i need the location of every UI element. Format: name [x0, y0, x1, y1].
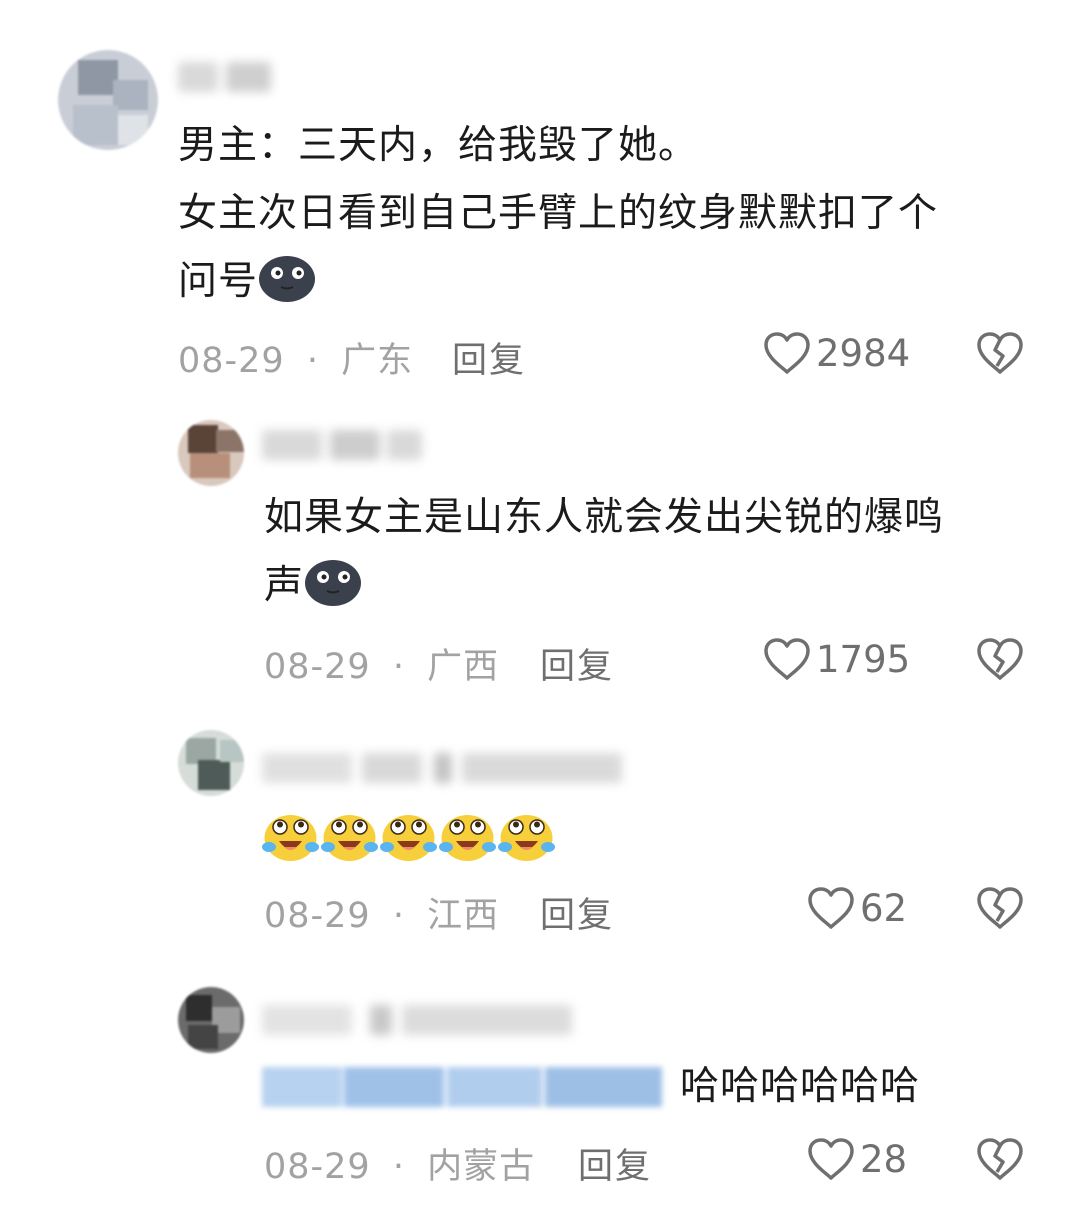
meta-separator: · [392, 896, 405, 936]
broken-heart-icon [977, 1138, 1023, 1180]
meta-separator: · [392, 647, 405, 687]
broken-heart-icon [977, 638, 1023, 680]
username[interactable] [262, 430, 422, 460]
avatar[interactable] [178, 730, 244, 796]
dark-moon-face-emoji [258, 253, 316, 303]
meta-separator: · [306, 341, 319, 381]
broken-heart-icon [977, 332, 1023, 374]
comment-text: 男主：三天内，给我毁了她。 女主次日看到自己手臂上的纹身默默扣了个 问号 [178, 123, 939, 304]
username[interactable] [178, 62, 278, 92]
comment-location: 广西 [427, 647, 500, 687]
reply-button[interactable]: 回复 [540, 887, 614, 938]
emoji-row [262, 811, 555, 863]
like-count: 62 [860, 886, 908, 930]
avatar[interactable] [58, 50, 158, 150]
username[interactable] [262, 753, 622, 783]
broken-heart-icon [977, 887, 1023, 929]
comment-meta: 08-29 · 广西 [264, 638, 499, 689]
comment-meta: 08-29 · 江西 [264, 887, 499, 938]
reply-button[interactable]: 回复 [540, 638, 614, 689]
comment-meta: 08-29 · 广东 [178, 332, 413, 383]
like-button[interactable]: 2984 [762, 330, 910, 376]
like-button[interactable]: 62 [806, 885, 907, 931]
comment-location: 广东 [341, 341, 414, 381]
meta-separator: · [392, 1147, 405, 1187]
crying-laughing-emoji [498, 815, 555, 861]
like-button[interactable]: 1795 [762, 636, 910, 682]
comment-location: 江西 [427, 896, 500, 936]
dark-moon-face-emoji [304, 557, 362, 607]
heart-outline-icon [764, 638, 810, 680]
like-count: 1795 [816, 637, 911, 681]
comment-date: 08-29 [264, 1147, 371, 1187]
avatar[interactable] [178, 420, 244, 486]
like-count: 2984 [816, 331, 911, 375]
like-count: 28 [860, 1137, 908, 1181]
comment-text: 哈哈哈哈哈哈 [680, 1064, 921, 1109]
heart-outline-icon [764, 332, 810, 374]
comment-date: 08-29 [264, 896, 371, 936]
heart-outline-icon [808, 887, 854, 929]
reply-button[interactable]: 回复 [578, 1138, 652, 1189]
comment-3: 08-29 · 江西 回复 62 [0, 715, 1080, 965]
comment-location: 内蒙古 [427, 1147, 536, 1187]
crying-laughing-emoji [380, 815, 437, 861]
comment-4: 哈哈哈哈哈哈 08-29 · 内蒙古 回复 28 [0, 975, 1080, 1221]
comment-1: 男主：三天内，给我毁了她。 女主次日看到自己手臂上的纹身默默扣了个 问号 08-… [0, 0, 1080, 400]
crying-laughing-emoji [321, 815, 378, 861]
dislike-button[interactable] [975, 330, 1025, 380]
dislike-button[interactable] [975, 1136, 1025, 1186]
crying-laughing-emoji [262, 815, 319, 861]
comment-date: 08-29 [264, 647, 371, 687]
dislike-button[interactable] [975, 636, 1025, 686]
heart-outline-icon [808, 1138, 854, 1180]
mention-link[interactable] [262, 1067, 662, 1107]
comment-2: 如果女主是山东人就会发出尖锐的爆鸣 声 08-29 · 广西 回复 1795 [0, 400, 1080, 700]
reply-button[interactable]: 回复 [452, 332, 526, 383]
dislike-button[interactable] [975, 885, 1025, 935]
comment-text: 如果女主是山东人就会发出尖锐的爆鸣 声 [264, 495, 945, 608]
comment-date: 08-29 [178, 341, 285, 381]
like-button[interactable]: 28 [806, 1136, 907, 1182]
crying-laughing-emoji [439, 815, 496, 861]
username[interactable] [262, 1005, 572, 1035]
avatar[interactable] [178, 987, 244, 1053]
comment-meta: 08-29 · 内蒙古 [264, 1138, 535, 1189]
